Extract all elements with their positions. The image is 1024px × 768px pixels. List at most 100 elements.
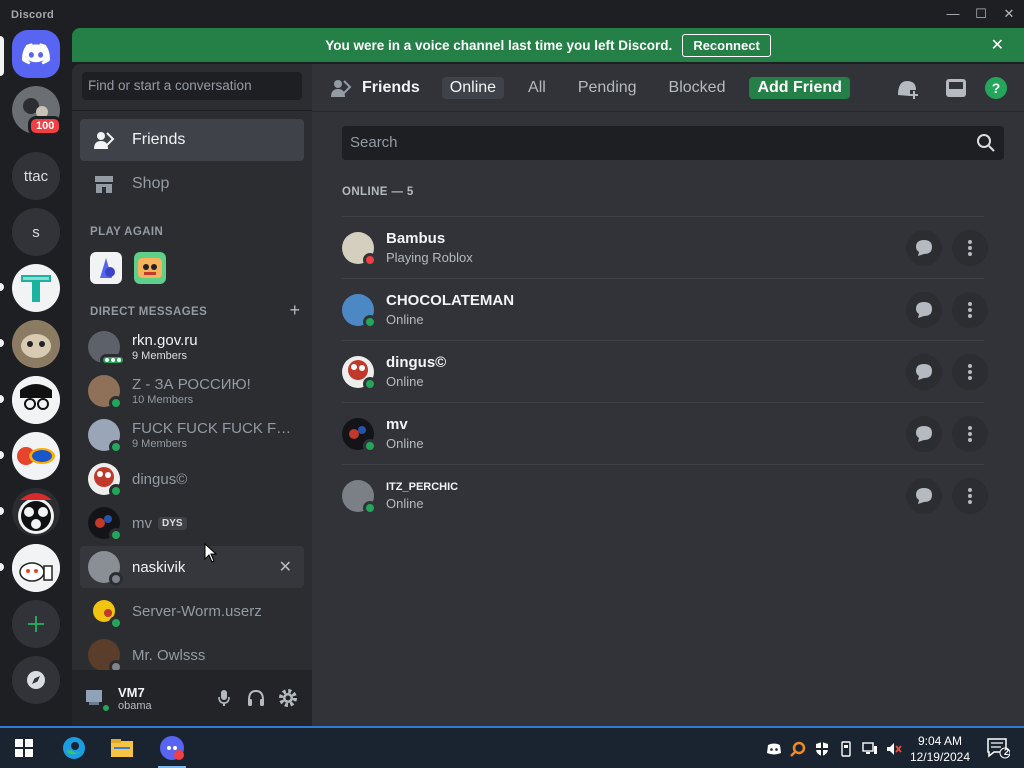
dm-sidebar: Find or start a conversation Friends Sho…	[72, 64, 312, 726]
unread-pill	[0, 563, 4, 571]
close-dm-button[interactable]: ✕	[279, 557, 292, 577]
message-button[interactable]	[906, 292, 942, 328]
chat-bubble-icon	[916, 240, 932, 256]
explore-button[interactable]	[12, 656, 60, 704]
message-button[interactable]	[906, 354, 942, 390]
friend-name: ITZ_PERCHIC	[386, 480, 459, 493]
clock-date: 12/19/2024	[909, 750, 970, 764]
home-button[interactable]	[12, 30, 60, 78]
help-icon[interactable]: ?	[984, 76, 1008, 100]
create-dm-button[interactable]: +	[289, 300, 300, 321]
server-face[interactable]	[12, 376, 60, 424]
newo-logo-icon	[17, 447, 55, 465]
message-button[interactable]	[906, 416, 942, 452]
more-button[interactable]	[952, 416, 988, 452]
dm-item[interactable]: naskivik ✕	[80, 546, 304, 588]
notification-center-icon[interactable]: 2	[986, 737, 1011, 759]
system-clock[interactable]: 9:04 AM 12/19/2024	[910, 733, 970, 765]
more-button[interactable]	[952, 292, 988, 328]
group-status-icon	[100, 354, 126, 366]
tab-online[interactable]: Online	[441, 76, 505, 99]
new-group-dm-icon[interactable]	[896, 76, 920, 100]
server-ttac[interactable]: ttac	[12, 152, 60, 200]
more-button[interactable]	[952, 230, 988, 266]
game-icon-2[interactable]	[134, 252, 166, 284]
user-avatar[interactable]	[84, 686, 112, 714]
discord-taskbar-icon[interactable]	[158, 734, 186, 762]
status-dnd-icon	[363, 252, 377, 267]
dm-item[interactable]: dingus©	[80, 458, 304, 500]
server-newo[interactable]	[12, 432, 60, 480]
mic-icon[interactable]	[212, 686, 236, 710]
message-button[interactable]	[906, 230, 942, 266]
tab-pending[interactable]: Pending	[570, 77, 645, 99]
friend-row[interactable]: mv Online	[342, 402, 988, 464]
volume-muted-icon[interactable]	[886, 741, 902, 757]
edge-browser-icon[interactable]	[60, 734, 88, 762]
game-icon-1[interactable]	[90, 252, 122, 284]
server-obs[interactable]	[12, 488, 60, 536]
group-avatar	[88, 375, 123, 410]
username: VM7	[118, 684, 145, 700]
status-online-icon	[109, 396, 123, 410]
discord-tray-icon[interactable]	[766, 741, 782, 757]
more-button[interactable]	[952, 354, 988, 390]
close-window-button[interactable]: ✕	[998, 4, 1020, 24]
headphones-icon[interactable]	[244, 686, 268, 710]
network-icon[interactable]	[862, 741, 878, 757]
minimize-button[interactable]: —	[942, 4, 964, 24]
dm-item[interactable]: Z - ЗА РОССИЮ! 10 Members	[80, 370, 304, 412]
unread-pill	[0, 507, 4, 515]
nav-shop[interactable]: Shop	[80, 163, 304, 205]
chat-bubble-icon	[916, 426, 932, 442]
file-explorer-icon[interactable]	[108, 734, 136, 762]
tab-all[interactable]: All	[520, 77, 554, 99]
friend-name: mv	[386, 416, 408, 433]
dm-item[interactable]: FUCK FUCK FUCK FU... 9 Members	[80, 414, 304, 456]
friend-row[interactable]: CHOCOLATEMAN Online	[342, 278, 988, 340]
online-count-header: ONLINE — 5	[342, 186, 414, 198]
friend-row[interactable]: dingus© Online	[342, 340, 988, 402]
friends-main: Friends Online All Pending Blocked Add F…	[312, 64, 1024, 726]
maximize-button[interactable]: ☐	[970, 4, 992, 24]
dm-header: DIRECT MESSAGES	[90, 306, 208, 318]
server-reddit[interactable]	[12, 544, 60, 592]
server-s[interactable]: s	[12, 208, 60, 256]
dm-item[interactable]: rkn.gov.ru 9 Members	[80, 326, 304, 368]
message-button[interactable]	[906, 478, 942, 514]
friend-status: Online	[386, 312, 424, 327]
friends-search-input[interactable]: Search	[342, 126, 1004, 160]
reconnect-button[interactable]: Reconnect	[682, 33, 771, 57]
windows-start-icon[interactable]	[10, 734, 38, 762]
more-vertical-icon	[968, 488, 972, 504]
gear-icon[interactable]	[276, 686, 300, 710]
dm-name: rkn.gov.ru	[132, 332, 198, 349]
server-t[interactable]	[12, 264, 60, 312]
banner-close-button[interactable]: ✕	[991, 35, 1004, 55]
nav-friends[interactable]: Friends	[80, 119, 304, 161]
dm-item[interactable]: mv DYS	[80, 502, 304, 544]
friend-row[interactable]: Bambus Playing Roblox	[342, 216, 988, 278]
usb-icon[interactable]	[838, 741, 854, 757]
status-online-icon	[109, 616, 123, 630]
friend-avatar	[342, 231, 377, 267]
status-online-icon	[363, 314, 377, 329]
server-sloth[interactable]	[12, 320, 60, 368]
inbox-icon[interactable]	[944, 76, 968, 100]
server-rail: 100 ttac s	[0, 28, 72, 726]
more-button[interactable]	[952, 478, 988, 514]
roblox-game-icon	[138, 258, 162, 278]
search-tray-icon[interactable]	[790, 741, 806, 757]
friends-icon	[92, 128, 116, 152]
chat-bubble-icon	[916, 302, 932, 318]
friend-row[interactable]: ITZ_PERCHIC Online	[342, 464, 988, 526]
dm-item[interactable]: Server-Worm.userz	[80, 590, 304, 632]
add-friend-button[interactable]: Add Friend	[749, 76, 850, 99]
friend-avatar	[342, 479, 377, 515]
title-bar: Discord — ☐ ✕	[0, 0, 1024, 28]
shield-icon[interactable]	[814, 741, 830, 757]
conversation-search[interactable]: Find or start a conversation	[82, 72, 302, 100]
group-avatar	[88, 331, 126, 366]
tab-blocked[interactable]: Blocked	[661, 77, 734, 99]
add-server-button[interactable]	[12, 600, 60, 648]
